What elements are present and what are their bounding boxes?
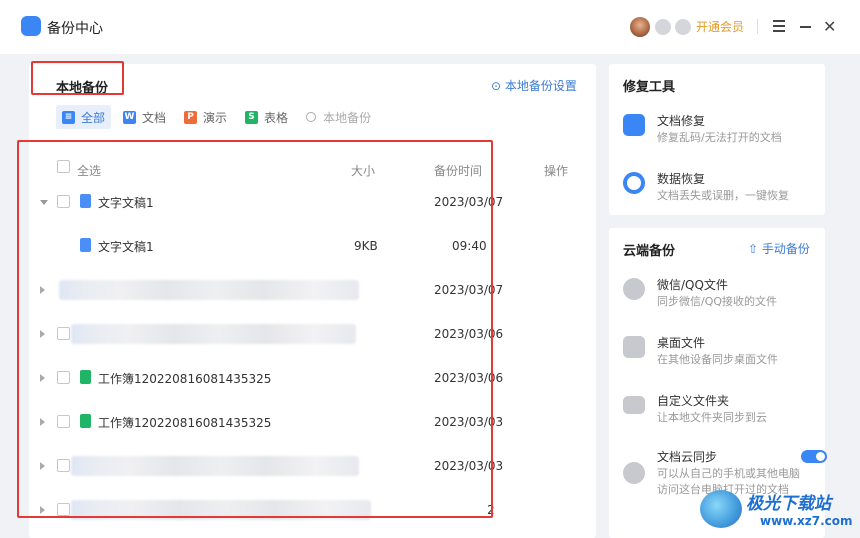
folder-icon [623,396,645,414]
doc-repair-icon [623,114,645,136]
data-recover-icon [623,172,645,194]
list-icon: ≡ [62,110,75,124]
chat-icon [623,278,645,300]
watermark-logo-icon [700,490,742,528]
tool-desc: 文档丢失或误删，一键恢复 [657,189,789,202]
watermark-url: www.xz7.com [760,514,853,528]
tool-name: 自定义文件夹 [657,394,730,408]
cloud-sync-toggle[interactable] [801,450,827,463]
tab-sheets[interactable]: S 表格 [239,105,294,129]
search-local-backup[interactable]: 本地备份 [300,105,377,129]
level-badge-icon [655,19,671,35]
title-bar: 备份中心 开通会员 ✕ [0,0,860,54]
tool-desc: 可以从自己的手机或其他电脑 [657,467,800,480]
file-type-tabs: ≡ 全部 W 文档 P 演示 S 表格 本地备份 [56,105,377,129]
tool-desc: 修复乱码/无法打开的文档 [657,131,782,144]
local-backup-settings-link[interactable]: ⊙ 本地备份设置 [491,77,577,94]
desktop-icon [623,336,645,358]
wechat-qq-files-item[interactable]: 微信/QQ文件 同步微信/QQ接收的文件 [623,276,813,316]
app-logo-icon [21,16,41,36]
upload-icon: ⇧ [748,242,759,256]
repair-tools-card: 修复工具 文档修复 修复乱码/无法打开的文档 数据恢复 文档丢失或误删，一键恢复 [609,64,825,215]
desktop-files-item[interactable]: 桌面文件 在其他设备同步桌面文件 [623,334,813,374]
close-icon[interactable]: ✕ [823,17,836,36]
tool-name: 文档修复 [657,114,706,128]
sheet-s-icon: S [245,110,259,124]
watermark-title: 极光下载站 [746,494,831,514]
highlight-box-title [31,61,124,95]
tool-desc: 同步微信/QQ接收的文件 [657,295,778,308]
menu-icon[interactable] [773,20,785,32]
tool-desc: 在其他设备同步桌面文件 [657,353,778,366]
divider [757,19,758,34]
doc-repair-item[interactable]: 文档修复 修复乱码/无法打开的文档 [623,112,813,152]
open-vip-link[interactable]: 开通会员 [696,18,744,35]
tool-name: 数据恢复 [657,172,706,186]
tool-name: 微信/QQ文件 [657,278,728,292]
highlight-box-file-list [17,140,493,518]
avatar[interactable] [630,17,650,37]
doc-w-icon: W [123,110,137,124]
data-recover-item[interactable]: 数据恢复 文档丢失或误删，一键恢复 [623,170,813,210]
vip-badge-icon [675,19,691,35]
ppt-p-icon: P [184,110,198,124]
manual-backup-link[interactable]: ⇧ 手动备份 [748,240,810,257]
tab-all[interactable]: ≡ 全部 [56,105,112,129]
tab-presentations[interactable]: P 演示 [178,105,233,129]
header-action: 操作 [544,164,569,178]
tool-name: 文档云同步 [657,450,718,464]
search-icon [306,112,317,122]
app-title: 备份中心 [47,21,103,37]
settings-icon: ⊙ [491,79,502,93]
card-title: 云端备份 [623,244,676,259]
tool-name: 桌面文件 [657,336,706,350]
tool-desc: 让本地文件夹同步到云 [657,411,767,424]
tab-docs[interactable]: W 文档 [117,105,172,129]
watermark: 极光下载站 www.xz7.com [700,486,860,536]
custom-folder-item[interactable]: 自定义文件夹 让本地文件夹同步到云 [623,392,813,432]
card-title: 修复工具 [623,80,676,95]
minimize-icon[interactable] [800,26,811,28]
cloud-upload-icon [623,462,645,484]
